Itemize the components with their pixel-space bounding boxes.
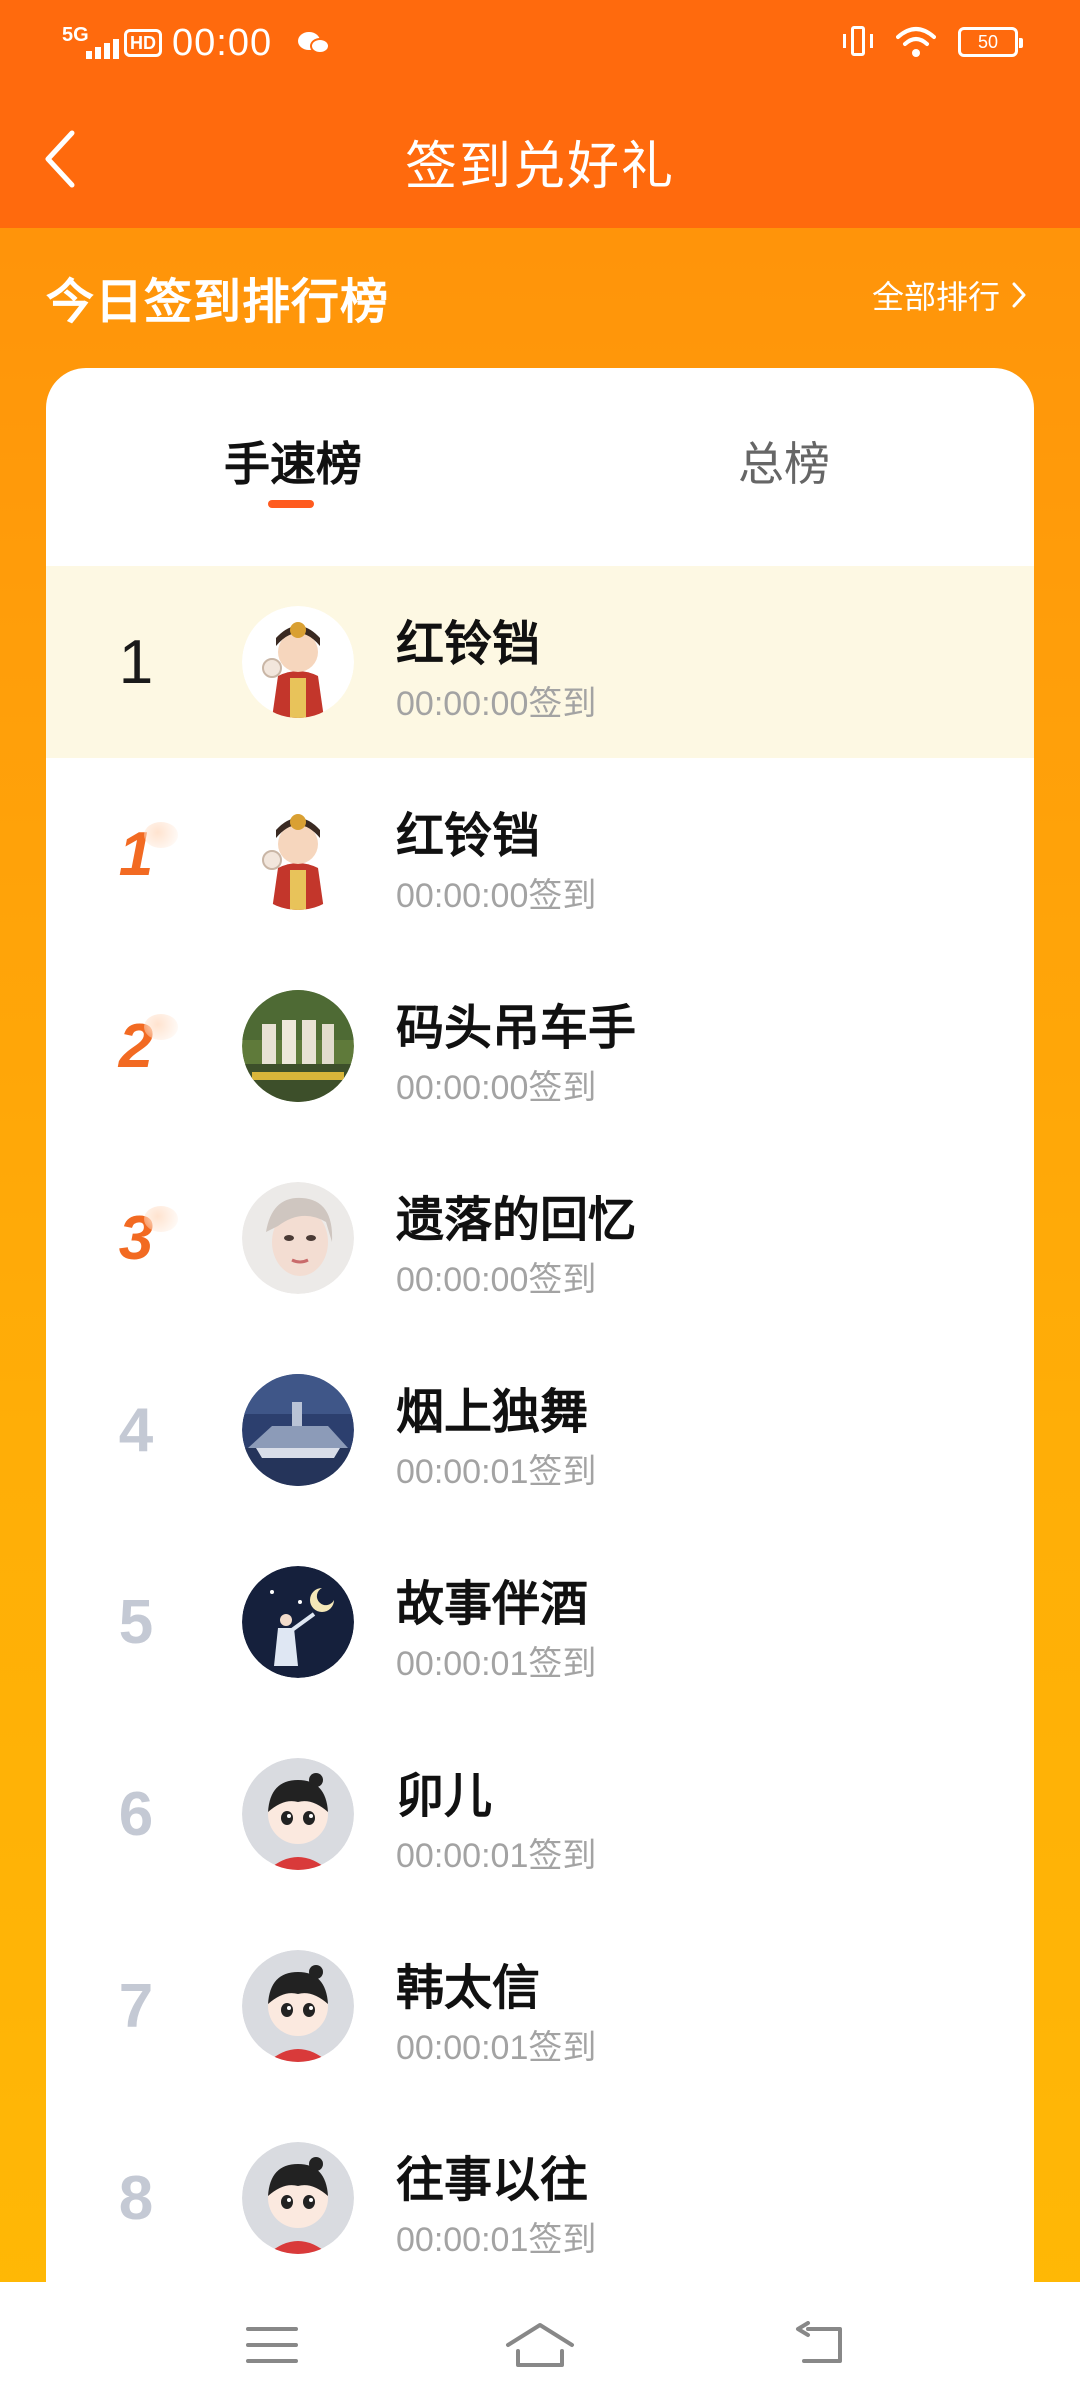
wechat-icon [298,28,332,58]
list-item[interactable]: 5 故事伴酒 00:00:01签到 [46,1526,1034,1718]
battery-level: 50 [977,32,999,52]
all-ranking-label: 全部排行 [871,279,1000,315]
chevron-right-icon [1012,282,1026,308]
menu-button[interactable] [232,2312,312,2378]
rank-number: 3 [86,1142,186,1334]
rank-number: 1 [86,758,186,950]
active-tab-indicator [268,500,314,508]
sign-in-time: 00:00:01签到 [396,1837,597,1875]
rank-number: 6 [118,1779,154,1849]
ranking-section-title: 今日签到排行榜 [46,276,390,329]
tab-speed-ranking[interactable]: 手速榜 [224,428,362,494]
home-icon [506,2323,574,2367]
sign-in-time: 00:00:00签到 [396,1069,597,1107]
rank-number: 2 [86,950,186,1142]
status-time: 00:00 [172,21,273,64]
back-nav-button[interactable] [780,2312,860,2378]
avatar [242,798,354,910]
list-item[interactable]: 4 烟上独舞 00:00:01签到 [46,1334,1034,1526]
ranking-card: 手速榜 总榜 1 红铃铛 00:00:00签到 1 红铃铛 00:00:00签到… [46,368,1034,2408]
home-button[interactable] [500,2312,580,2378]
rank-number: 8 [118,2163,154,2233]
system-nav-bar [0,2282,1080,2408]
rank-number: 4 [118,1395,154,1465]
sign-in-time: 00:00:00签到 [396,877,597,915]
list-item[interactable]: 3 遗落的回忆 00:00:00签到 [46,1142,1034,1334]
list-item[interactable]: 7 韩太信 00:00:01签到 [46,1910,1034,2102]
status-right: 50 [842,20,1023,64]
battery-icon: 50 [958,27,1023,57]
avatar [242,1374,354,1486]
sign-in-time: 00:00:01签到 [396,2221,597,2259]
hd-badge: HD [124,29,162,57]
list-item[interactable]: 2 码头吊车手 00:00:00签到 [46,950,1034,1142]
signal-icon: 5G [62,23,119,63]
sign-in-time: 00:00:01签到 [396,1453,597,1491]
sign-in-time: 00:00:01签到 [396,1645,597,1683]
user-name: 红铃铛 [396,618,541,671]
vibrate-icon [842,24,874,60]
avatar [242,1566,354,1678]
tab-total-ranking[interactable]: 总榜 [738,428,830,494]
list-item[interactable]: 1 红铃铛 00:00:00签到 [46,758,1034,950]
rank-number: 5 [118,1587,154,1657]
ranking-list: 1 红铃铛 00:00:00签到 1 红铃铛 00:00:00签到 2 码头吊车… [46,566,1034,2294]
status-bar: 5G HD 00:00 50 [0,0,1080,84]
rank-number: 1 [118,627,154,697]
ranking-tabs: 手速榜 总榜 [46,368,1034,566]
avatar [242,1950,354,2062]
avatar [242,1182,354,1294]
sign-in-time: 00:00:00签到 [396,1261,597,1299]
user-name: 红铃铛 [396,810,541,863]
sign-in-time: 00:00:01签到 [396,2029,597,2067]
all-ranking-link[interactable]: 全部排行 [872,272,1028,318]
back-icon [796,2321,842,2363]
user-name: 韩太信 [396,1962,541,2015]
avatar [242,1758,354,1870]
menu-icon [246,2327,298,2363]
avatar [242,606,354,718]
user-name: 故事伴酒 [396,1578,589,1631]
rank-number: 7 [118,1971,154,2041]
list-item[interactable]: 6 卯儿 00:00:01签到 [46,1718,1034,1910]
user-name: 烟上独舞 [396,1386,589,1439]
list-item[interactable]: 8 往事以往 00:00:01签到 [46,2102,1034,2294]
user-name: 码头吊车手 [396,1002,637,1055]
avatar [242,990,354,1102]
avatar [242,2142,354,2254]
sign-in-time: 00:00:00签到 [396,685,597,723]
sign-in-ranking-screen: 5G HD 00:00 50 签到兑好礼 今日签到排行榜 全部排行 手速榜 总榜… [0,0,1080,2408]
network-type: 5G [62,24,89,46]
top-bar: 5G HD 00:00 50 签到兑好礼 [0,0,1080,228]
user-name: 往事以往 [396,2154,589,2207]
page-title: 签到兑好礼 [404,138,675,196]
wifi-icon [896,25,936,59]
nav-bar: 签到兑好礼 [0,84,1080,228]
user-name: 卯儿 [396,1770,493,1823]
user-name: 遗落的回忆 [396,1194,637,1247]
status-left: 5G HD 00:00 [62,18,332,68]
my-ranking-row[interactable]: 1 红铃铛 00:00:00签到 [46,566,1034,758]
